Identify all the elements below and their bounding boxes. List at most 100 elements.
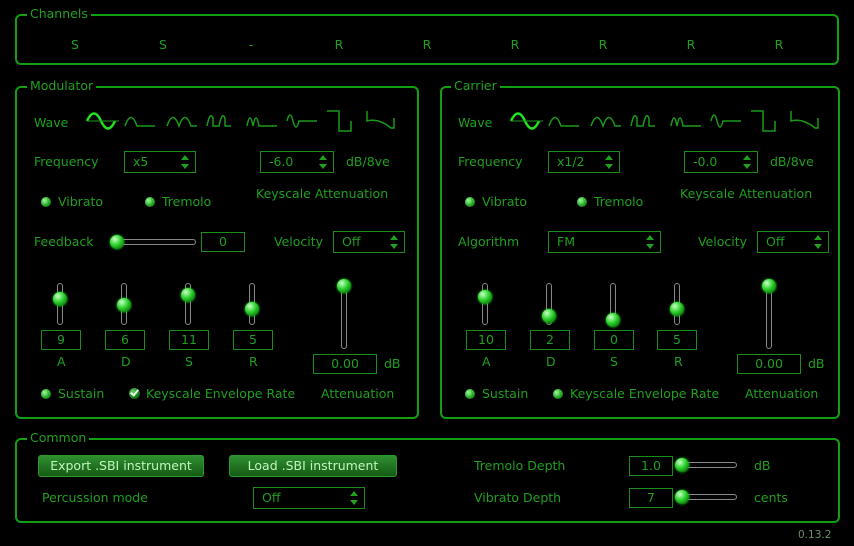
sustain-level-value[interactable]: 0: [594, 330, 634, 350]
channel-indicator[interactable]: S: [153, 38, 173, 52]
channel-indicator[interactable]: R: [417, 38, 437, 52]
vibrato-toggle[interactable]: [41, 197, 51, 207]
pulse-sine-wave-icon[interactable]: [628, 106, 666, 136]
sustain-toggle[interactable]: [41, 389, 51, 399]
decay-value[interactable]: 2: [530, 330, 570, 350]
velocity-select[interactable]: Off: [757, 231, 829, 253]
sustain-toggle[interactable]: [465, 389, 475, 399]
release-slider-thumb[interactable]: [670, 302, 684, 316]
sustain-level-value[interactable]: 11: [169, 330, 209, 350]
velocity-select[interactable]: Off: [333, 231, 405, 253]
channel-indicator[interactable]: R: [593, 38, 613, 52]
channel-indicator[interactable]: R: [329, 38, 349, 52]
decay-label: D: [546, 354, 556, 369]
vibrato-depth-unit: cents: [754, 490, 788, 505]
ksr-label: Keyscale Envelope Rate: [570, 386, 720, 401]
vibrato-depth-label: Vibrato Depth: [474, 490, 562, 505]
abs-even-sine-wave-icon[interactable]: [284, 106, 322, 136]
percussion-select[interactable]: Off: [253, 487, 365, 509]
square-wave-icon[interactable]: [748, 106, 786, 136]
ksl-select[interactable]: -0.0: [684, 151, 758, 173]
tremolo-depth-value[interactable]: 1.0: [629, 456, 673, 476]
feedback-value[interactable]: 0: [201, 232, 245, 252]
attack-slider-thumb[interactable]: [53, 292, 67, 306]
decay-slider-thumb[interactable]: [117, 298, 131, 312]
ksl-label: Keyscale Attenuation: [680, 186, 813, 201]
pulse-sine-wave-icon[interactable]: [204, 106, 242, 136]
sine-wave-icon[interactable]: [508, 106, 546, 136]
export-sbi-button[interactable]: Export .SBI instrument: [38, 455, 204, 477]
velocity-label: Velocity: [698, 234, 748, 249]
frequency-label: Frequency: [34, 154, 99, 169]
velocity-value: Off: [342, 234, 361, 249]
channel-indicator[interactable]: S: [65, 38, 85, 52]
ksl-unit: dB/8ve: [770, 154, 814, 169]
abs-sine-wave-icon[interactable]: [588, 106, 626, 136]
channel-indicator[interactable]: R: [769, 38, 789, 52]
release-value[interactable]: 5: [657, 330, 697, 350]
attenuation-slider-thumb[interactable]: [762, 279, 776, 293]
velocity-value: Off: [766, 234, 785, 249]
tremolo-toggle[interactable]: [145, 197, 155, 207]
attenuation-value[interactable]: 0.00: [313, 354, 377, 374]
channel-indicator[interactable]: R: [681, 38, 701, 52]
sine-wave-icon[interactable]: [84, 106, 122, 136]
attenuation-value[interactable]: 0.00: [737, 354, 801, 374]
vibrato-toggle[interactable]: [465, 197, 475, 207]
modulator-title: Modulator: [27, 79, 97, 93]
frequency-select[interactable]: x1/2: [548, 151, 620, 173]
version-label: 0.13.2: [798, 529, 832, 541]
spinner-arrows-icon: [814, 235, 823, 249]
release-slider-thumb[interactable]: [245, 302, 259, 316]
abs-even-sine-wave-icon[interactable]: [708, 106, 746, 136]
frequency-select[interactable]: x5: [124, 151, 196, 173]
sustain-level-slider-thumb[interactable]: [181, 288, 195, 302]
ksr-toggle[interactable]: [553, 389, 563, 399]
vibrato-depth-slider-thumb[interactable]: [675, 490, 689, 504]
half-sine-wave-icon[interactable]: [122, 106, 160, 136]
load-sbi-button[interactable]: Load .SBI instrument: [229, 455, 397, 477]
feedback-slider[interactable]: [114, 239, 196, 245]
feedback-slider-thumb[interactable]: [110, 235, 124, 249]
decay-slider-thumb[interactable]: [542, 309, 556, 323]
common-title: Common: [27, 431, 90, 445]
channel-indicator[interactable]: -: [241, 38, 261, 52]
attenuation-slider-thumb[interactable]: [337, 279, 351, 293]
vibrato-label: Vibrato: [482, 194, 528, 209]
attack-value[interactable]: 10: [466, 330, 506, 350]
vibrato-label: Vibrato: [58, 194, 104, 209]
derived-square-wave-icon[interactable]: [788, 106, 826, 136]
attenuation-label: Attenuation: [745, 386, 819, 401]
square-wave-icon[interactable]: [324, 106, 362, 136]
attenuation-unit: dB: [384, 356, 401, 371]
tremolo-toggle[interactable]: [577, 197, 587, 207]
half-sine-wave-icon[interactable]: [546, 106, 584, 136]
carrier-title: Carrier: [451, 79, 500, 93]
sustain-level-label: S: [610, 354, 618, 369]
algorithm-select[interactable]: FM: [548, 231, 661, 253]
feedback-label: Feedback: [34, 234, 94, 249]
channel-indicator[interactable]: R: [505, 38, 525, 52]
algorithm-value: FM: [557, 234, 575, 249]
decay-value[interactable]: 6: [105, 330, 145, 350]
spinner-arrows-icon: [390, 235, 399, 249]
ksl-value: -6.0: [269, 154, 294, 169]
velocity-label: Velocity: [274, 234, 324, 249]
tremolo-depth-label: Tremolo Depth: [474, 458, 566, 473]
even-sine-wave-icon[interactable]: [244, 106, 282, 136]
release-value[interactable]: 5: [233, 330, 273, 350]
abs-sine-wave-icon[interactable]: [164, 106, 202, 136]
even-sine-wave-icon[interactable]: [668, 106, 706, 136]
spinner-arrows-icon: [181, 155, 190, 169]
frequency-label: Frequency: [458, 154, 523, 169]
sustain-level-slider-thumb[interactable]: [606, 313, 620, 327]
ksr-checkbox-icon[interactable]: [129, 388, 140, 399]
attack-value[interactable]: 9: [41, 330, 81, 350]
tremolo-depth-slider-thumb[interactable]: [675, 458, 689, 472]
spinner-arrows-icon: [319, 155, 328, 169]
percussion-label: Percussion mode: [42, 490, 148, 505]
derived-square-wave-icon[interactable]: [364, 106, 402, 136]
attack-slider-thumb[interactable]: [478, 290, 492, 304]
ksl-select[interactable]: -6.0: [260, 151, 334, 173]
vibrato-depth-value[interactable]: 7: [629, 488, 673, 508]
